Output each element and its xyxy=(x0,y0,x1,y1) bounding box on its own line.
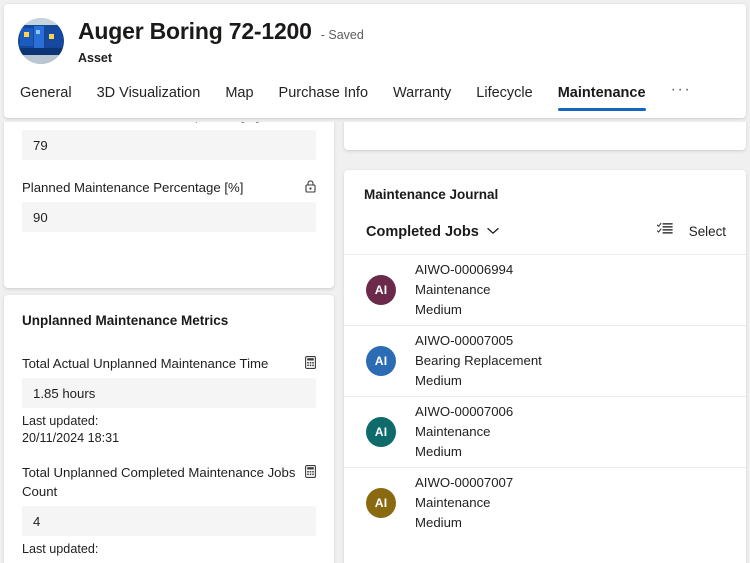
journal-toolbar-actions: Select xyxy=(656,222,726,241)
job-type: Maintenance xyxy=(415,281,491,297)
last-updated-label: Last updated: xyxy=(22,542,99,557)
tab-warranty[interactable]: Warranty xyxy=(393,85,451,111)
job-type: Bearing Replacement xyxy=(415,352,542,368)
job-type: Maintenance xyxy=(415,423,491,439)
field-value[interactable]: 90 xyxy=(22,202,316,233)
field-total-actual-unplanned-maintenance-time: Total Actual Unplanned Maintenance Time xyxy=(22,354,316,447)
field-label: Total Actual Unplanned Maintenance Time xyxy=(22,356,269,371)
field-planned-maintenance-percentage: Planned Maintenance Percentage [%] 90 xyxy=(22,178,316,233)
asset-header: Auger Boring 72-1200 - Saved Asset Gener… xyxy=(4,4,746,118)
app-root: Auger Boring 72-1200 - Saved Asset Gener… xyxy=(0,0,750,563)
page-title: Auger Boring 72-1200 xyxy=(78,18,312,44)
event-card: Event xyxy=(344,122,746,150)
list-item[interactable]: AI AIWO-00007007 Maintenance Medium xyxy=(344,467,746,538)
right-column: Event Maintenance Journal Completed Jobs xyxy=(344,122,746,563)
journal-toolbar: Completed Jobs Select xyxy=(344,202,746,241)
calculator-icon xyxy=(305,464,316,483)
job-priority: Medium xyxy=(415,302,462,318)
list-item[interactable]: AI AIWO-00006994 Maintenance Medium xyxy=(344,254,746,325)
field-preventive-maintenance-compliance: Preventive Maintenance Compliance [%] 79 xyxy=(22,122,316,161)
left-column: Preventive Maintenance Compliance [%] 79 xyxy=(4,122,334,563)
list-item[interactable]: AI AIWO-00007006 Maintenance Medium xyxy=(344,396,746,467)
job-id: AIWO-00007007 xyxy=(415,474,514,490)
tab-general[interactable]: General xyxy=(20,85,72,111)
tab-3d-visualization[interactable]: 3D Visualization xyxy=(97,85,201,111)
tab-map[interactable]: Map xyxy=(225,85,253,111)
field-value[interactable]: 4 xyxy=(22,506,316,537)
tab-maintenance[interactable]: Maintenance xyxy=(557,85,646,112)
tab-purchase-info[interactable]: Purchase Info xyxy=(279,85,368,111)
tab-bar: General 3D Visualization Map Purchase In… xyxy=(4,77,746,112)
tab-overflow-menu-icon[interactable]: ··· xyxy=(671,81,692,111)
save-status-label: - Saved xyxy=(320,28,364,42)
maintenance-journal-card: Maintenance Journal Completed Jobs Selec… xyxy=(344,170,746,563)
field-value[interactable]: 79 xyxy=(22,130,316,161)
header-identity-row: Auger Boring 72-1200 - Saved Asset xyxy=(4,4,746,65)
avatar: AI xyxy=(366,346,396,376)
job-details: AIWO-00006994 Maintenance Medium xyxy=(415,260,513,321)
asset-photo-machinery-icon xyxy=(18,18,64,64)
field-label: Total Unplanned Completed Maintenance Jo… xyxy=(22,465,296,500)
job-priority: Medium xyxy=(415,444,462,460)
job-priority: Medium xyxy=(415,515,462,531)
title-block: Auger Boring 72-1200 - Saved Asset xyxy=(78,18,364,65)
field-label: Preventive Maintenance Compliance [%] xyxy=(22,122,298,125)
last-updated-value: 20/11/2024 18:31 xyxy=(22,431,120,446)
avatar: AI xyxy=(366,275,396,305)
lock-icon xyxy=(305,122,316,126)
completed-jobs-filter-dropdown[interactable]: Completed Jobs xyxy=(366,224,499,240)
calculator-icon xyxy=(305,355,316,374)
filter-label: Completed Jobs xyxy=(366,223,479,240)
kpi-metrics-card: Preventive Maintenance Compliance [%] 79 xyxy=(4,122,334,288)
chevron-down-icon xyxy=(487,223,499,239)
last-updated-label: Last updated: xyxy=(22,414,99,429)
job-priority: Medium xyxy=(415,373,462,389)
section-title: Unplanned Maintenance Metrics xyxy=(22,313,229,328)
lock-icon xyxy=(305,179,316,198)
list-item[interactable]: AI AIWO-00007005 Bearing Replacement Med… xyxy=(344,325,746,396)
field-value[interactable]: 1.85 hours xyxy=(22,378,316,409)
job-id: AIWO-00007005 xyxy=(415,332,514,348)
job-id: AIWO-00006994 xyxy=(415,261,514,277)
avatar: AI xyxy=(366,417,396,447)
entity-type-label: Asset xyxy=(78,51,113,66)
job-details: AIWO-00007005 Bearing Replacement Medium xyxy=(415,331,542,392)
avatar: AI xyxy=(366,488,396,518)
content-area: Preventive Maintenance Compliance [%] 79 xyxy=(0,122,750,563)
job-id: AIWO-00007006 xyxy=(415,403,514,419)
tab-lifecycle[interactable]: Lifecycle xyxy=(476,85,532,111)
journal-title: Maintenance Journal xyxy=(364,187,499,202)
multiselect-list-icon[interactable] xyxy=(656,222,673,241)
job-details: AIWO-00007006 Maintenance Medium xyxy=(415,402,513,463)
completed-jobs-list: AI AIWO-00006994 Maintenance Medium AI A… xyxy=(344,254,746,538)
job-type: Maintenance xyxy=(415,494,491,510)
job-details: AIWO-00007007 Maintenance Medium xyxy=(415,473,513,534)
unplanned-maintenance-metrics-card: Unplanned Maintenance Metrics Total Actu… xyxy=(4,295,334,563)
field-total-unplanned-completed-maintenance-jobs-count: Total Unplanned Completed Maintenance Jo… xyxy=(22,463,316,558)
select-button[interactable]: Select xyxy=(689,224,726,239)
field-label: Planned Maintenance Percentage [%] xyxy=(22,180,244,196)
